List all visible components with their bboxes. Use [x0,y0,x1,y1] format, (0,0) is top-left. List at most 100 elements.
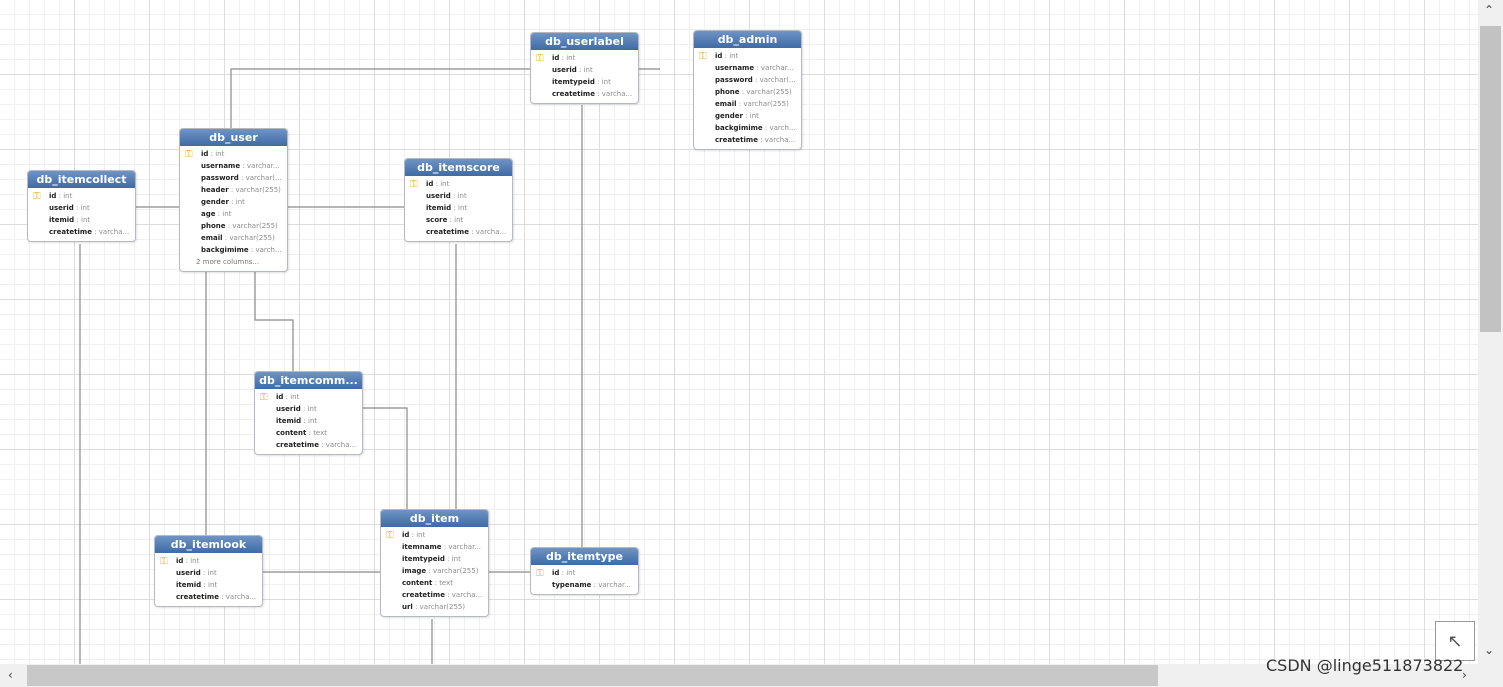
column-row[interactable]: gender : int [694,110,801,122]
column-row[interactable]: content : text [381,577,488,589]
key-icon: ⚿ [260,392,268,403]
column-type: int [566,569,576,577]
column-type: int [235,198,245,206]
column-row[interactable]: userid : int [155,567,262,579]
column-row[interactable]: createtime : varcha... [255,439,362,451]
column-row[interactable]: username : varchar... [694,62,801,74]
column-row[interactable]: userid : int [405,190,512,202]
column-row[interactable]: phone : varchar(255) [694,86,801,98]
column-row[interactable]: itemname : varchar... [381,541,488,553]
column-row[interactable]: itemid : int [28,214,135,226]
navigate-up-left-icon[interactable]: ↖ [1435,621,1475,661]
column-row[interactable]: backgimime : varch... [180,244,287,256]
column-row[interactable]: score : int [405,214,512,226]
column-row[interactable]: createtime : varcha... [531,88,638,100]
column-row[interactable]: url : varchar(255) [381,601,488,613]
column-row[interactable]: ⚿ id : int [531,52,638,64]
column-row[interactable]: itemtypeid : int [531,76,638,88]
column-separator: : [754,64,761,72]
column-row[interactable]: backgimime : varch... [694,122,801,134]
table-title[interactable]: db_item [381,510,488,527]
column-type: int [451,555,461,563]
table-db-itemcomment[interactable]: db_itemcomm... ⚿ id : int userid : int itemi… [254,371,363,455]
column-row[interactable]: itemid : int [155,579,262,591]
column-row[interactable]: ⚿ id : int [180,148,287,160]
table-title[interactable]: db_itemtype [531,548,638,565]
scroll-down-icon[interactable]: ⌄ [1484,643,1494,657]
table-db-itemcollect[interactable]: db_itemcollect ⚿ id : int userid : int itemi… [27,170,136,242]
column-type: int [566,54,576,62]
column-row[interactable]: ⚿ id : int [155,555,262,567]
column-type: varch... [255,246,282,254]
column-row[interactable]: ⚿ id : int [28,190,135,202]
column-row[interactable]: createtime : varcha... [381,589,488,601]
column-row[interactable]: email : varchar(255) [180,232,287,244]
table-db-userlabel[interactable]: db_userlabel ⚿ id : int userid : int itemtyp… [530,32,639,104]
column-row[interactable]: ⚿ id : int [381,529,488,541]
column-type: varcha... [225,593,257,601]
vertical-scroll-thumb[interactable] [1480,26,1501,332]
scroll-up-icon[interactable]: ⌃ [1484,3,1494,17]
column-row[interactable]: gender : int [180,196,287,208]
column-row[interactable]: username : varchar... [180,160,287,172]
key-icon: ⚿ [386,530,394,541]
column-name: age [201,210,216,218]
column-row[interactable]: userid : int [531,64,638,76]
column-row[interactable]: userid : int [28,202,135,214]
column-row[interactable]: phone : varchar(255) [180,220,287,232]
column-separator: : [200,569,208,577]
column-separator: : [594,78,602,86]
table-title[interactable]: db_user [180,129,287,146]
column-row[interactable]: header : varchar(255) [180,184,287,196]
table-title[interactable]: db_itemscore [405,159,512,176]
table-db-admin[interactable]: db_admin ⚿ id : int username : varchar... pa… [693,30,802,150]
key-icon: ⚿ [160,556,168,567]
column-row[interactable]: typename : varchar... [531,579,638,591]
column-type: varcha... [98,228,130,236]
table-db-itemtype[interactable]: db_itemtype ⚿ id : int typename : varchar..… [530,547,639,595]
horizontal-scroll-thumb[interactable] [27,665,1158,686]
column-separator: : [742,112,750,120]
column-row[interactable]: itemtypeid : int [381,553,488,565]
table-db-item[interactable]: db_item ⚿ id : int itemname : varchar... ite… [380,509,489,617]
table-columns: ⚿ id : int userid : int itemid : int content… [255,389,362,454]
column-row[interactable]: createtime : varcha... [405,226,512,238]
column-type: int [190,557,200,565]
column-row[interactable]: ⚿ id : int [694,50,801,62]
column-row[interactable]: ⚿ id : int [531,567,638,579]
table-title[interactable]: db_itemcollect [28,171,135,188]
column-row[interactable]: age : int [180,208,287,220]
table-title[interactable]: db_userlabel [531,33,638,50]
table-title[interactable]: db_admin [694,31,801,48]
table-db-user[interactable]: db_user ⚿ id : int username : varchar... pas… [179,128,288,272]
column-name: createtime [426,228,469,236]
column-type: int [80,204,90,212]
column-separator: : [248,246,256,254]
more-columns-link[interactable]: 2 more columns... [180,256,287,268]
table-title[interactable]: db_itemcomm... [255,372,362,389]
column-type: int [729,52,739,60]
column-row[interactable]: createtime : varcha... [694,134,801,146]
column-row[interactable]: itemid : int [405,202,512,214]
scroll-left-icon[interactable]: ‹ [8,668,13,682]
column-type: varchar(... [245,174,282,182]
column-row[interactable]: email : varchar(255) [694,98,801,110]
column-row[interactable]: itemid : int [255,415,362,427]
column-row[interactable]: createtime : varcha... [155,591,262,603]
column-row[interactable]: createtime : varcha... [28,226,135,238]
column-row[interactable]: userid : int [255,403,362,415]
table-db-itemlook[interactable]: db_itemlook ⚿ id : int userid : int itemid :… [154,535,263,607]
diagram-canvas[interactable]: db_userlabel ⚿ id : int userid : int itemtyp… [0,0,1478,664]
column-row[interactable]: image : varchar(255) [381,565,488,577]
column-row[interactable]: password : varchar(... [694,74,801,86]
column-row[interactable]: ⚿ id : int [255,391,362,403]
column-row[interactable]: ⚿ id : int [405,178,512,190]
table-title[interactable]: db_itemlook [155,536,262,553]
link-user-userlabel [230,68,530,129]
column-row[interactable]: content : text [255,427,362,439]
column-type: varchar(255) [743,100,789,108]
column-type: int [308,417,318,425]
table-db-itemscore[interactable]: db_itemscore ⚿ id : int userid : int itemid … [404,158,513,242]
column-row[interactable]: password : varchar(... [180,172,287,184]
column-name: createtime [552,90,595,98]
